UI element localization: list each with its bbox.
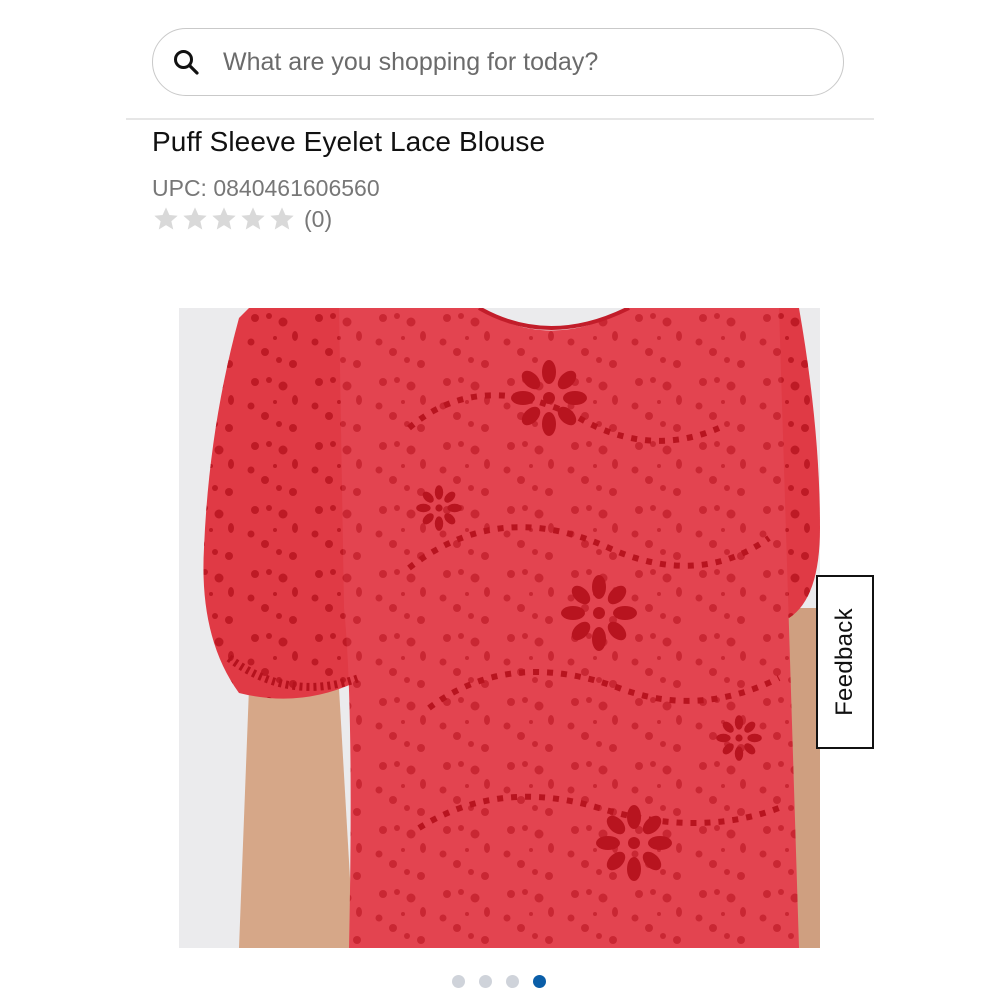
star-icon: [241, 207, 265, 230]
product-page: Puff Sleeve Eyelet Lace Blouse UPC: 0840…: [0, 0, 1000, 1000]
rating-stars: [152, 205, 296, 233]
carousel-dot[interactable]: [452, 975, 465, 988]
carousel-dot[interactable]: [506, 975, 519, 988]
search-input[interactable]: [221, 46, 785, 78]
star-icon: [154, 207, 178, 230]
carousel-dots: [452, 975, 546, 988]
search-icon[interactable]: [173, 49, 199, 75]
review-count[interactable]: (0): [304, 206, 332, 233]
search-bar[interactable]: [152, 28, 844, 96]
carousel-dot[interactable]: [479, 975, 492, 988]
feedback-button[interactable]: Feedback: [816, 575, 874, 749]
product-rating[interactable]: (0): [152, 205, 332, 233]
star-icon: [183, 207, 207, 230]
star-icon: [270, 207, 294, 230]
product-upc: UPC: 0840461606560: [152, 175, 380, 201]
star-icon: [212, 207, 236, 230]
product-title: Puff Sleeve Eyelet Lace Blouse: [152, 126, 546, 157]
header-divider: [126, 118, 874, 120]
feedback-label: Feedback: [831, 608, 858, 716]
carousel-dot-active[interactable]: [533, 975, 546, 988]
product-image[interactable]: [179, 308, 820, 948]
